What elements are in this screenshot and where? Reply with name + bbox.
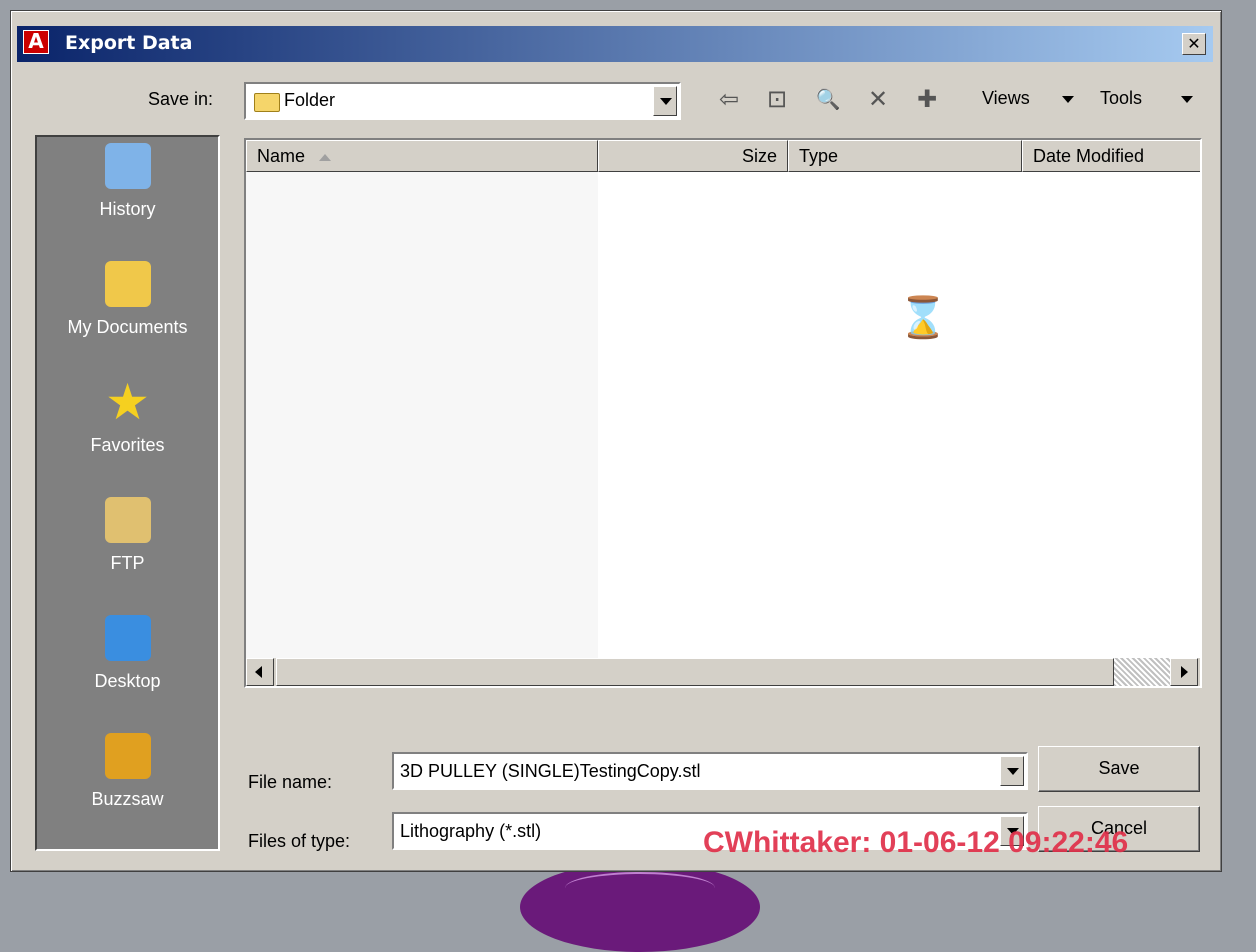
delete-icon[interactable]: ✕ bbox=[863, 84, 893, 114]
desktop-icon bbox=[104, 615, 151, 661]
name-column-highlight bbox=[246, 172, 598, 658]
save-in-label: Save in: bbox=[148, 89, 214, 109]
place-label: Favorites bbox=[90, 435, 165, 455]
views-menu[interactable]: Views bbox=[982, 88, 1030, 109]
tools-menu[interactable]: Tools bbox=[1100, 88, 1142, 109]
place-buzzsaw[interactable]: Buzzsaw bbox=[37, 733, 218, 810]
close-button[interactable]: ✕ bbox=[1182, 33, 1206, 55]
file-list[interactable]: Name Size Type Date Modified ⌛ bbox=[244, 138, 1202, 688]
place-label: Desktop bbox=[94, 671, 161, 691]
scroll-left-icon[interactable] bbox=[246, 658, 274, 686]
folder-icon bbox=[254, 93, 280, 112]
scroll-right-icon[interactable] bbox=[1170, 658, 1198, 686]
chevron-down-icon[interactable] bbox=[1000, 756, 1024, 786]
timestamp-watermark: CWhittaker: 01-06-12 09:22:46 bbox=[703, 826, 1129, 859]
place-label: My Documents bbox=[67, 317, 188, 337]
file-type-value: Lithography (*.stl) bbox=[400, 821, 542, 841]
place-label: Buzzsaw bbox=[91, 789, 164, 809]
column-header-date-modified[interactable]: Date Modified bbox=[1022, 140, 1200, 172]
save-in-value: Folder bbox=[284, 90, 336, 110]
place-history[interactable]: History bbox=[37, 143, 218, 220]
place-label: History bbox=[99, 199, 156, 219]
horizontal-scrollbar[interactable] bbox=[246, 658, 1200, 686]
file-name-field[interactable]: 3D PULLEY (SINGLE)TestingCopy.stl bbox=[392, 752, 1028, 790]
tools-chevron-down-icon[interactable] bbox=[1181, 96, 1193, 103]
background-shape-highlight bbox=[565, 872, 715, 904]
back-icon[interactable]: ⇦ bbox=[714, 84, 744, 114]
save-button[interactable]: Save bbox=[1038, 746, 1200, 792]
chevron-down-icon[interactable] bbox=[653, 86, 677, 116]
ftp-icon bbox=[104, 497, 151, 543]
column-header-name[interactable]: Name bbox=[246, 140, 598, 172]
place-label: FTP bbox=[110, 553, 145, 573]
file-type-label: Files of type: bbox=[248, 831, 351, 851]
search-web-icon[interactable]: 🔍 bbox=[813, 84, 843, 114]
places-bar: History My Documents ★ Favorites FTP Des… bbox=[35, 135, 220, 851]
up-folder-icon[interactable]: ⊡ bbox=[762, 84, 792, 114]
views-chevron-down-icon[interactable] bbox=[1062, 96, 1074, 103]
place-desktop[interactable]: Desktop bbox=[37, 615, 218, 692]
title-bar[interactable]: A Export Data ✕ bbox=[17, 26, 1213, 62]
scrollbar-track[interactable] bbox=[1114, 658, 1170, 686]
sort-ascending-icon bbox=[319, 153, 332, 161]
file-name-label: File name: bbox=[248, 772, 333, 792]
column-header-size[interactable]: Size bbox=[598, 140, 788, 172]
buzzsaw-icon bbox=[104, 733, 151, 779]
scrollbar-thumb[interactable] bbox=[276, 658, 1114, 686]
place-my-documents[interactable]: My Documents bbox=[37, 261, 218, 338]
file-name-value[interactable]: 3D PULLEY (SINGLE)TestingCopy.stl bbox=[400, 761, 700, 782]
column-headers: Name Size Type Date Modified bbox=[246, 140, 1200, 172]
history-icon bbox=[104, 143, 151, 189]
place-favorites[interactable]: ★ Favorites bbox=[37, 373, 218, 456]
favorites-icon: ★ bbox=[105, 373, 150, 431]
place-ftp[interactable]: FTP bbox=[37, 497, 218, 574]
dialog-title: Export Data bbox=[65, 32, 193, 54]
hourglass-icon: ⌛ bbox=[898, 295, 948, 341]
new-folder-icon[interactable]: ✚ bbox=[912, 84, 942, 114]
autocad-app-icon: A bbox=[23, 29, 49, 54]
my-documents-icon bbox=[104, 261, 151, 307]
column-header-type[interactable]: Type bbox=[788, 140, 1022, 172]
save-in-dropdown[interactable]: Folder bbox=[244, 82, 681, 120]
